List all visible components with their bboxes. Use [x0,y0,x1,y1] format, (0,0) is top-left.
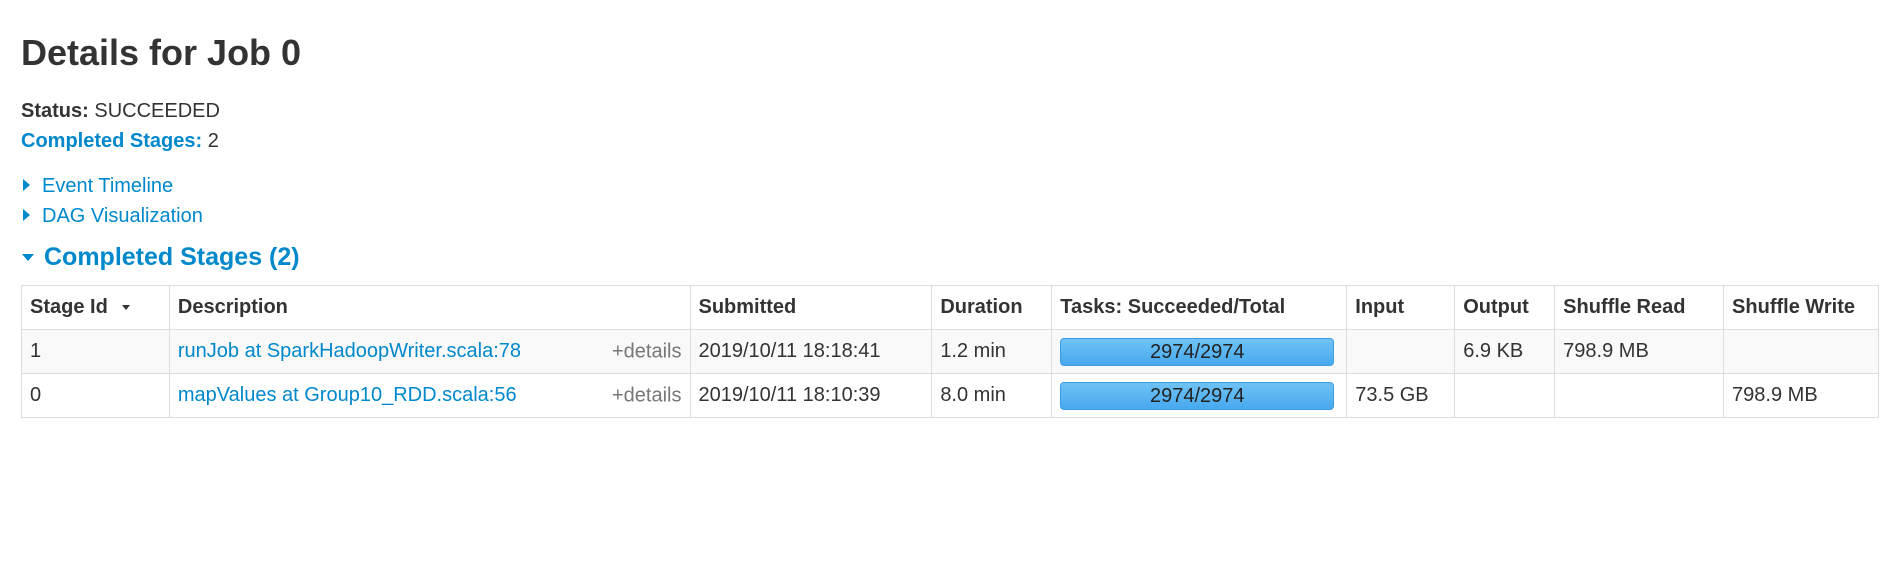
cell-output: 6.9 KB [1454,329,1556,374]
table-header-row: Stage Id Description Submitted Duration … [21,285,1879,330]
triangle-down-icon [22,254,34,261]
completed-stages-link[interactable]: Completed Stages: [21,130,202,152]
completed-stages-section-title: Completed Stages (2) [44,243,300,271]
dag-visualization-toggle[interactable]: DAG Visualization [21,201,203,231]
job-details-page: Details for Job 0 Status: SUCCEEDED Comp… [0,0,1900,418]
completed-stages-table: Stage Id Description Submitted Duration … [21,285,1879,418]
event-timeline-label: Event Timeline [42,175,174,197]
column-header-label: Shuffle Read [1563,296,1686,318]
triangle-right-icon [23,209,30,221]
column-header-label: Output [1463,296,1529,318]
cell-input: 73.5 GB [1346,373,1456,418]
cell-description: mapValues at Group10_RDD.scala:56 +detai… [168,373,691,418]
table-row: 0 mapValues at Group10_RDD.scala:56 +det… [21,373,1879,418]
column-header-label: Duration [940,296,1023,318]
column-header-duration[interactable]: Duration [931,285,1053,330]
column-header-label: Input [1355,296,1405,318]
cell-submitted: 2019/10/11 18:18:41 [689,329,933,374]
details-toggle[interactable]: +details [612,384,682,407]
job-summary: Status: SUCCEEDED Completed Stages: 2 [21,96,1900,156]
cell-description: runJob at SparkHadoopWriter.scala:78 +de… [168,329,691,374]
cell-output [1454,373,1556,418]
cell-submitted: 2019/10/11 18:10:39 [689,373,933,418]
stage-description-link[interactable]: mapValues at Group10_RDD.scala:56 [178,384,517,406]
status-label: Status: [21,100,89,122]
cell-stage-id: 1 [21,329,170,374]
cell-shuffle-read [1554,373,1725,418]
expanders: Event Timeline DAG Visualization [21,171,1900,231]
column-header-input[interactable]: Input [1346,285,1456,330]
column-header-description[interactable]: Description [168,285,691,330]
column-header-output[interactable]: Output [1454,285,1556,330]
cell-tasks: 2974/2974 [1051,329,1348,374]
dag-visualization-label: DAG Visualization [42,205,203,227]
status-line: Status: SUCCEEDED [21,96,1900,126]
sort-desc-icon [121,305,130,310]
completed-stages-line: Completed Stages: 2 [21,126,1900,156]
column-header-shuffle-write[interactable]: Shuffle Write [1723,285,1879,330]
details-toggle[interactable]: +details [612,340,682,363]
column-header-shuffle-read[interactable]: Shuffle Read [1554,285,1725,330]
triangle-right-icon [23,179,30,191]
tasks-progress-text: 2974/2974 [1150,340,1245,363]
page-title: Details for Job 0 [21,32,302,73]
column-header-label: Submitted [698,296,797,318]
table-row: 1 runJob at SparkHadoopWriter.scala:78 +… [21,329,1879,374]
cell-shuffle-read: 798.9 MB [1554,329,1725,374]
column-header-label: Tasks: Succeeded/Total [1060,296,1286,318]
cell-duration: 1.2 min [931,329,1053,374]
tasks-progress-text: 2974/2974 [1150,384,1245,407]
tasks-progress-bar: 2974/2974 [1060,381,1335,410]
completed-stages-section-toggle[interactable]: Completed Stages (2) [21,242,300,272]
column-header-label: Description [177,296,288,318]
event-timeline-toggle[interactable]: Event Timeline [21,171,173,201]
cell-input [1346,329,1456,374]
column-header-submitted[interactable]: Submitted [689,285,933,330]
column-header-label: Stage Id [30,296,108,318]
stage-description-link[interactable]: runJob at SparkHadoopWriter.scala:78 [178,340,521,362]
column-header-tasks[interactable]: Tasks: Succeeded/Total [1051,285,1348,330]
column-header-stage-id[interactable]: Stage Id [21,285,170,330]
cell-duration: 8.0 min [931,373,1053,418]
cell-stage-id: 0 [21,373,170,418]
cell-tasks: 2974/2974 [1051,373,1348,418]
cell-shuffle-write: 798.9 MB [1723,373,1879,418]
tasks-progress-bar: 2974/2974 [1060,337,1335,366]
completed-stages-count: 2 [207,130,219,152]
status-value: SUCCEEDED [94,100,220,122]
cell-shuffle-write [1723,329,1879,374]
column-header-label: Shuffle Write [1732,296,1856,318]
